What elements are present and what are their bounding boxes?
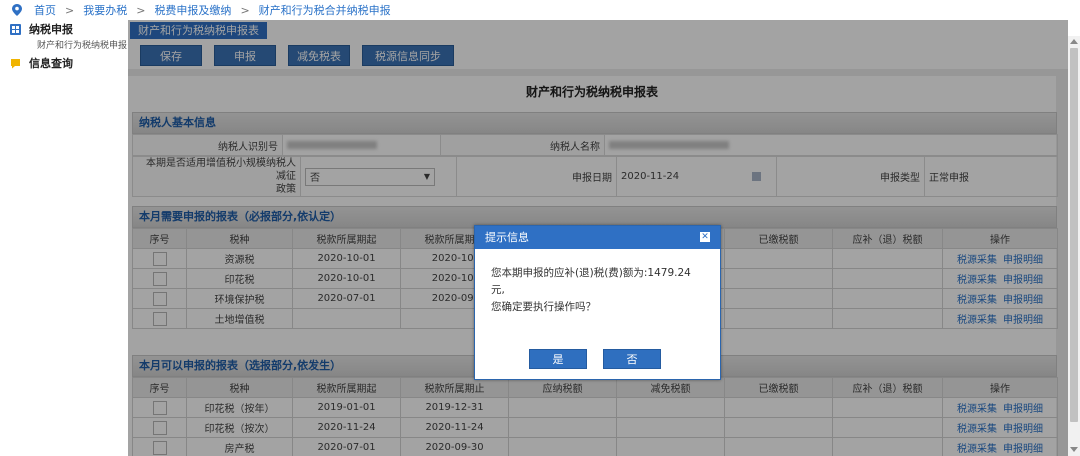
breadcrumb-current[interactable]: 财产和行为税合并纳税申报: [259, 2, 391, 18]
breadcrumb-separator: >: [240, 3, 250, 17]
sidebar-group-label: 信息查询: [29, 57, 73, 70]
sidebar: 纳税申报 财产和行为税纳税申报 信息查询: [0, 20, 128, 456]
sidebar-group-query[interactable]: 信息查询: [0, 54, 128, 72]
dialog-message-line1: 您本期申报的应补(退)税(费)额为:1479.24元,: [491, 267, 691, 296]
breadcrumb: 首页 > 我要办税 > 税费申报及缴纳 > 财产和行为税合并纳税申报: [0, 0, 1080, 20]
scroll-down-arrow-icon[interactable]: [1070, 447, 1078, 452]
scrollbar-thumb[interactable]: [1070, 48, 1078, 422]
confirm-no-button[interactable]: 否: [603, 349, 661, 369]
breadcrumb-declare[interactable]: 税费申报及缴纳: [154, 2, 231, 18]
dialog-message-line2: 您确定要执行操作吗？: [491, 301, 596, 313]
breadcrumb-separator: >: [136, 3, 146, 17]
breadcrumb-tax[interactable]: 我要办税: [83, 2, 127, 18]
confirm-dialog: 提示信息 ✕ 您本期申报的应补(退)税(费)额为:1479.24元, 您确定要执…: [474, 225, 721, 380]
chat-icon: [11, 58, 20, 68]
sidebar-group-label: 纳税申报: [29, 23, 73, 36]
scroll-up-arrow-icon[interactable]: [1070, 39, 1078, 44]
dialog-title: 提示信息: [485, 231, 529, 244]
sidebar-item-property-tax[interactable]: 财产和行为税纳税申报: [0, 38, 128, 54]
location-pin-icon: [12, 4, 22, 16]
vertical-scrollbar[interactable]: [1068, 36, 1080, 456]
confirm-yes-button[interactable]: 是: [529, 349, 587, 369]
dialog-body: 您本期申报的应补(退)税(费)额为:1479.24元, 您确定要执行操作吗？: [475, 249, 720, 316]
close-icon[interactable]: ✕: [700, 232, 710, 242]
sidebar-group-declare[interactable]: 纳税申报: [0, 20, 128, 38]
breadcrumb-home[interactable]: 首页: [34, 2, 56, 18]
breadcrumb-separator: >: [65, 3, 75, 17]
dialog-header: 提示信息 ✕: [475, 226, 720, 249]
grid-icon: [10, 23, 21, 35]
